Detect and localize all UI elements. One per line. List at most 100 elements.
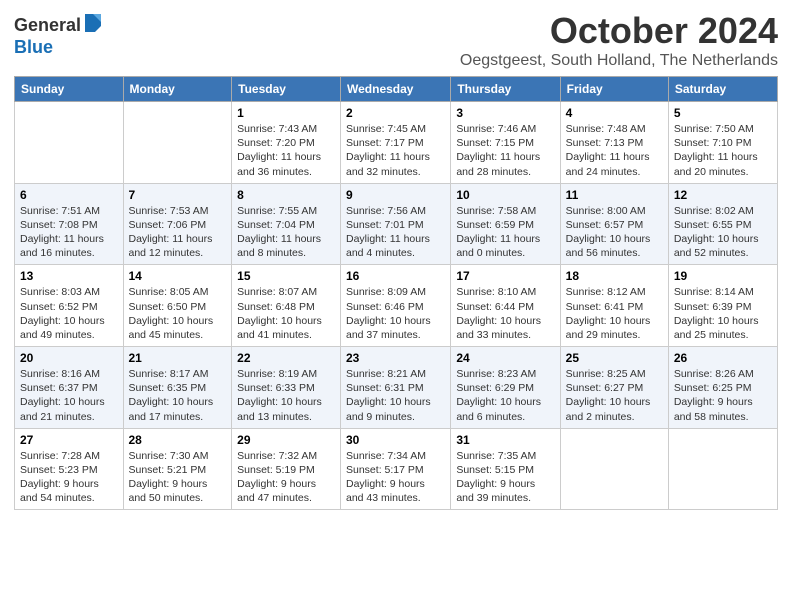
- week-row-4: 20 Sunrise: 8:16 AM Sunset: 6:37 PM Dayli…: [15, 347, 778, 429]
- calendar-cell: 17 Sunrise: 8:10 AM Sunset: 6:44 PM Dayli…: [451, 265, 560, 347]
- calendar-cell: [123, 102, 232, 184]
- weekday-header-row: Sunday Monday Tuesday Wednesday Thursday…: [15, 77, 778, 102]
- calendar-cell: 13 Sunrise: 8:03 AM Sunset: 6:52 PM Dayli…: [15, 265, 124, 347]
- day-number: 14: [129, 269, 227, 283]
- calendar-cell: 9Sunrise: 7:56 AM Sunset: 7:01 PM Daylig…: [341, 183, 451, 265]
- logo-icon: [83, 14, 101, 32]
- calendar-cell: 19Sunrise: 8:14 AM Sunset: 6:39 PM Dayli…: [668, 265, 777, 347]
- day-detail: Sunrise: 7:34 AM Sunset: 5:17 PM Dayligh…: [346, 449, 445, 506]
- calendar-cell: 15 Sunrise: 8:07 AM Sunset: 6:48 PM Dayli…: [232, 265, 341, 347]
- day-number: 7: [129, 188, 227, 202]
- day-number: 4: [566, 106, 663, 120]
- day-detail: Sunrise: 8:05 AM Sunset: 6:50 PM Dayligh…: [129, 285, 227, 342]
- day-detail: Sunrise: 8:00 AM Sunset: 6:57 PM Dayligh…: [566, 204, 663, 261]
- calendar-cell: 4 Sunrise: 7:48 AM Sunset: 7:13 PM Daylig…: [560, 102, 668, 184]
- day-detail: Sunrise: 8:16 AM Sunset: 6:37 PM Dayligh…: [20, 367, 118, 424]
- title-area: October 2024 Oegstgeest, South Holland, …: [460, 10, 778, 70]
- day-detail: Sunrise: 7:55 AM Sunset: 7:04 PM Dayligh…: [237, 204, 335, 261]
- day-detail: Sunrise: 8:07 AM Sunset: 6:48 PM Dayligh…: [237, 285, 335, 342]
- calendar-cell: [560, 428, 668, 510]
- day-detail: Sunrise: 7:45 AM Sunset: 7:17 PM Dayligh…: [346, 122, 445, 179]
- logo-blue: Blue: [14, 37, 53, 58]
- day-detail: Sunrise: 8:21 AM Sunset: 6:31 PM Dayligh…: [346, 367, 445, 424]
- calendar-cell: 1 Sunrise: 7:43 AM Sunset: 7:20 PM Daylig…: [232, 102, 341, 184]
- day-detail: Sunrise: 8:17 AM Sunset: 6:35 PM Dayligh…: [129, 367, 227, 424]
- calendar-cell: 26Sunrise: 8:26 AM Sunset: 6:25 PM Dayli…: [668, 347, 777, 429]
- header-thursday: Thursday: [451, 77, 560, 102]
- day-number: 18: [566, 269, 663, 283]
- calendar-cell: 6 Sunrise: 7:51 AM Sunset: 7:08 PM Daylig…: [15, 183, 124, 265]
- calendar-cell: 23 Sunrise: 8:21 AM Sunset: 6:31 PM Dayli…: [341, 347, 451, 429]
- day-number: 22: [237, 351, 335, 365]
- day-number: 23: [346, 351, 445, 365]
- day-number: 8: [237, 188, 335, 202]
- calendar-cell: 24 Sunrise: 8:23 AM Sunset: 6:29 PM Dayli…: [451, 347, 560, 429]
- day-number: 6: [20, 188, 118, 202]
- day-number: 21: [129, 351, 227, 365]
- day-number: 31: [456, 433, 554, 447]
- calendar-cell: 29 Sunrise: 7:32 AM Sunset: 5:19 PM Dayli…: [232, 428, 341, 510]
- calendar-cell: 2 Sunrise: 7:45 AM Sunset: 7:17 PM Daylig…: [341, 102, 451, 184]
- calendar-cell: 11Sunrise: 8:00 AM Sunset: 6:57 PM Dayli…: [560, 183, 668, 265]
- day-number: 15: [237, 269, 335, 283]
- day-number: 16: [346, 269, 445, 283]
- header-wednesday: Wednesday: [341, 77, 451, 102]
- week-row-2: 6 Sunrise: 7:51 AM Sunset: 7:08 PM Daylig…: [15, 183, 778, 265]
- day-number: 28: [129, 433, 227, 447]
- day-number: 24: [456, 351, 554, 365]
- page: General Blue October 2024 Oegstgeest, So…: [0, 0, 792, 520]
- header-friday: Friday: [560, 77, 668, 102]
- day-detail: Sunrise: 7:30 AM Sunset: 5:21 PM Dayligh…: [129, 449, 227, 506]
- day-number: 13: [20, 269, 118, 283]
- day-detail: Sunrise: 7:58 AM Sunset: 6:59 PM Dayligh…: [456, 204, 554, 261]
- day-detail: Sunrise: 8:14 AM Sunset: 6:39 PM Dayligh…: [674, 285, 772, 342]
- day-number: 29: [237, 433, 335, 447]
- calendar-cell: 28 Sunrise: 7:30 AM Sunset: 5:21 PM Dayli…: [123, 428, 232, 510]
- calendar-cell: 27 Sunrise: 7:28 AM Sunset: 5:23 PM Dayli…: [15, 428, 124, 510]
- day-detail: Sunrise: 7:43 AM Sunset: 7:20 PM Dayligh…: [237, 122, 335, 179]
- logo-general: General: [14, 15, 81, 36]
- day-number: 5: [674, 106, 772, 120]
- calendar-cell: 20 Sunrise: 8:16 AM Sunset: 6:37 PM Dayli…: [15, 347, 124, 429]
- calendar-cell: 16 Sunrise: 8:09 AM Sunset: 6:46 PM Dayli…: [341, 265, 451, 347]
- day-detail: Sunrise: 7:56 AM Sunset: 7:01 PM Dayligh…: [346, 204, 445, 261]
- day-detail: Sunrise: 8:09 AM Sunset: 6:46 PM Dayligh…: [346, 285, 445, 342]
- header-monday: Monday: [123, 77, 232, 102]
- calendar-cell: 30 Sunrise: 7:34 AM Sunset: 5:17 PM Dayli…: [341, 428, 451, 510]
- header-tuesday: Tuesday: [232, 77, 341, 102]
- day-number: 20: [20, 351, 118, 365]
- day-detail: Sunrise: 8:10 AM Sunset: 6:44 PM Dayligh…: [456, 285, 554, 342]
- calendar-subtitle: Oegstgeest, South Holland, The Netherlan…: [460, 52, 778, 70]
- calendar-title: October 2024: [460, 10, 778, 52]
- day-number: 1: [237, 106, 335, 120]
- day-detail: Sunrise: 7:53 AM Sunset: 7:06 PM Dayligh…: [129, 204, 227, 261]
- day-detail: Sunrise: 8:19 AM Sunset: 6:33 PM Dayligh…: [237, 367, 335, 424]
- week-row-5: 27 Sunrise: 7:28 AM Sunset: 5:23 PM Dayli…: [15, 428, 778, 510]
- day-detail: Sunrise: 8:25 AM Sunset: 6:27 PM Dayligh…: [566, 367, 663, 424]
- day-number: 10: [456, 188, 554, 202]
- header: General Blue October 2024 Oegstgeest, So…: [14, 10, 778, 70]
- day-number: 30: [346, 433, 445, 447]
- calendar-cell: 10 Sunrise: 7:58 AM Sunset: 6:59 PM Dayli…: [451, 183, 560, 265]
- day-number: 17: [456, 269, 554, 283]
- day-number: 27: [20, 433, 118, 447]
- day-detail: Sunrise: 7:48 AM Sunset: 7:13 PM Dayligh…: [566, 122, 663, 179]
- calendar-cell: 14 Sunrise: 8:05 AM Sunset: 6:50 PM Dayli…: [123, 265, 232, 347]
- day-detail: Sunrise: 7:32 AM Sunset: 5:19 PM Dayligh…: [237, 449, 335, 506]
- day-number: 25: [566, 351, 663, 365]
- day-detail: Sunrise: 7:51 AM Sunset: 7:08 PM Dayligh…: [20, 204, 118, 261]
- day-detail: Sunrise: 8:12 AM Sunset: 6:41 PM Dayligh…: [566, 285, 663, 342]
- day-detail: Sunrise: 7:50 AM Sunset: 7:10 PM Dayligh…: [674, 122, 772, 179]
- day-number: 2: [346, 106, 445, 120]
- day-detail: Sunrise: 7:35 AM Sunset: 5:15 PM Dayligh…: [456, 449, 554, 506]
- calendar-cell: 22 Sunrise: 8:19 AM Sunset: 6:33 PM Dayli…: [232, 347, 341, 429]
- day-detail: Sunrise: 8:03 AM Sunset: 6:52 PM Dayligh…: [20, 285, 118, 342]
- calendar-cell: 25 Sunrise: 8:25 AM Sunset: 6:27 PM Dayli…: [560, 347, 668, 429]
- day-detail: Sunrise: 8:23 AM Sunset: 6:29 PM Dayligh…: [456, 367, 554, 424]
- day-number: 12: [674, 188, 772, 202]
- day-number: 3: [456, 106, 554, 120]
- day-detail: Sunrise: 7:46 AM Sunset: 7:15 PM Dayligh…: [456, 122, 554, 179]
- logo: General Blue: [14, 14, 101, 58]
- day-detail: Sunrise: 7:28 AM Sunset: 5:23 PM Dayligh…: [20, 449, 118, 506]
- header-sunday: Sunday: [15, 77, 124, 102]
